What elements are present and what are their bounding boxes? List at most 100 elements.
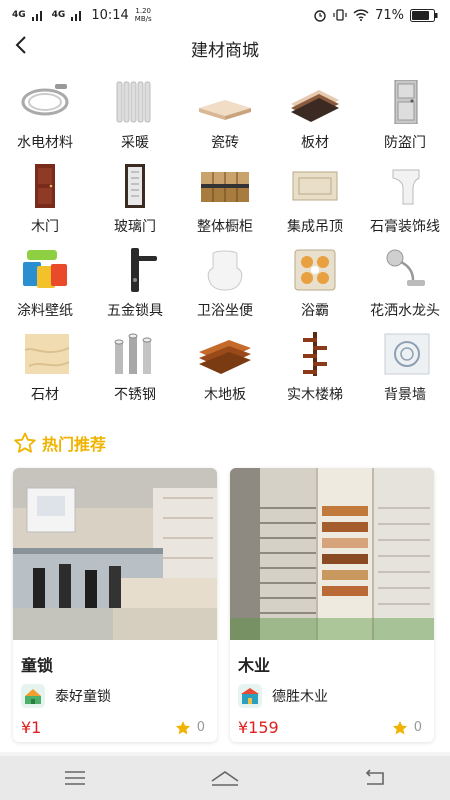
shop-name: 泰好童锁 (55, 689, 111, 705)
signal-icon (31, 11, 42, 21)
product-photo (13, 468, 217, 640)
category-item[interactable]: 整体橱柜 (180, 164, 270, 248)
category-label: 卫浴坐便 (197, 303, 253, 319)
category-item[interactable]: 瓷砖 (180, 80, 270, 164)
category-item[interactable]: 木门 (0, 164, 90, 248)
bath-heater-icon (285, 248, 345, 292)
category-item[interactable]: 五金锁具 (90, 248, 180, 332)
product-card[interactable]: 木业 德胜木业 ¥159 0 (230, 468, 434, 742)
category-item[interactable]: 玻璃门 (90, 164, 180, 248)
category-label: 石材 (31, 387, 59, 403)
category-item[interactable]: 背景墙 (360, 332, 450, 416)
vibrate-icon (333, 9, 347, 21)
faucet-icon (375, 248, 435, 292)
shop-logo-icon (238, 684, 262, 708)
rating-count: 0 (196, 720, 205, 735)
signal-icon-2 (71, 11, 82, 21)
category-item[interactable]: 板材 (270, 80, 360, 164)
category-item[interactable]: 采暖 (90, 80, 180, 164)
card-footer: ¥1 0 (21, 718, 205, 737)
battery-level: 71% (375, 7, 404, 23)
category-label: 浴霸 (301, 303, 329, 319)
category-label: 玻璃门 (114, 219, 156, 235)
ceiling-icon (285, 164, 345, 208)
product-name: 童锁 (21, 656, 54, 675)
product-photo (230, 468, 434, 640)
product-price: ¥159 (238, 718, 279, 737)
section-title: 热门推荐 (42, 435, 107, 454)
network-indicator-2: 4G (51, 10, 66, 20)
product-price: ¥1 (21, 718, 42, 737)
category-item[interactable]: 涂料壁纸 (0, 248, 90, 332)
stairs-icon (285, 332, 345, 376)
status-right: 71% (313, 8, 438, 23)
category-label: 实木楼梯 (287, 387, 343, 403)
category-item[interactable]: 水电材料 (0, 80, 90, 164)
system-nav-bar (0, 756, 450, 800)
category-label: 不锈钢 (114, 387, 156, 403)
rating: 0 (392, 720, 422, 736)
alarm-icon (314, 10, 326, 22)
back-button[interactable] (14, 34, 28, 61)
category-label: 木门 (31, 219, 59, 235)
category-item[interactable]: 不锈钢 (90, 332, 180, 416)
wood-floor-icon (195, 332, 255, 376)
back-arrow-icon (15, 36, 26, 54)
category-grid: 水电材料 采暖 瓷砖 板材 防盗门 木门 玻璃门 整体橱柜 集成吊顶 石膏装饰线… (0, 66, 450, 418)
wifi-icon (353, 9, 369, 21)
home-button[interactable] (195, 758, 255, 798)
speed-value: 1.20 (135, 7, 151, 15)
page: 4G 4G 10:14 1.20 MB/s 71% 建材商城 水电材料 采暖 瓷… (0, 0, 450, 800)
status-left: 4G 4G 10:14 1.20 MB/s (12, 7, 152, 23)
top-app-bar: 建材商城 (0, 30, 450, 66)
radiator-icon (105, 80, 165, 124)
paint-icon (15, 248, 75, 292)
network-speed: 1.20 MB/s (135, 7, 152, 23)
category-label: 板材 (301, 135, 329, 151)
status-bar: 4G 4G 10:14 1.20 MB/s 71% (0, 0, 450, 30)
card-footer: ¥159 0 (238, 718, 422, 737)
door-handle-icon (105, 248, 165, 292)
shop-info[interactable]: 德胜木业 (238, 684, 434, 708)
category-item[interactable]: 石材 (0, 332, 90, 416)
toilet-icon (195, 248, 255, 292)
wooden-door-icon (15, 164, 75, 208)
network-indicator: 4G (12, 10, 26, 20)
back-nav-button[interactable] (345, 758, 405, 798)
shop-info[interactable]: 泰好童锁 (21, 684, 217, 708)
category-item[interactable]: 石膏装饰线 (360, 164, 450, 248)
battery-icon (410, 8, 438, 22)
cabinet-icon (195, 164, 255, 208)
speed-unit: MB/s (134, 15, 152, 23)
star-icon (175, 720, 190, 734)
category-label: 石膏装饰线 (370, 219, 440, 235)
category-item[interactable]: 集成吊顶 (270, 164, 360, 248)
star-outline-icon (14, 432, 36, 453)
plaster-line-icon (375, 164, 435, 208)
category-label: 五金锁具 (107, 303, 163, 319)
product-name: 木业 (238, 656, 271, 675)
category-label: 集成吊顶 (287, 219, 343, 235)
category-label: 涂料壁纸 (17, 303, 73, 319)
category-item[interactable]: 花洒水龙头 (360, 248, 450, 332)
category-item[interactable]: 木地板 (180, 332, 270, 416)
section-header: 热门推荐 (0, 418, 450, 468)
clock: 10:14 (91, 7, 129, 23)
category-label: 瓷砖 (211, 135, 239, 151)
product-card[interactable]: 童锁 泰好童锁 ¥1 0 (13, 468, 217, 742)
shop-logo-icon (21, 684, 45, 708)
category-label: 防盗门 (384, 135, 426, 151)
category-item[interactable]: 防盗门 (360, 80, 450, 164)
category-item[interactable]: 浴霸 (270, 248, 360, 332)
menu-button[interactable] (45, 758, 105, 798)
shop-name: 德胜木业 (272, 689, 328, 705)
category-item[interactable]: 实木楼梯 (270, 332, 360, 416)
stone-icon (15, 332, 75, 376)
security-door-icon (375, 80, 435, 124)
wall-icon (375, 332, 435, 376)
category-item[interactable]: 卫浴坐便 (180, 248, 270, 332)
home-icon (211, 771, 239, 786)
rating: 0 (175, 720, 205, 736)
menu-icon (65, 771, 85, 785)
product-list: 童锁 泰好童锁 ¥1 0 木业 德胜木业 ¥159 0 (0, 468, 450, 752)
